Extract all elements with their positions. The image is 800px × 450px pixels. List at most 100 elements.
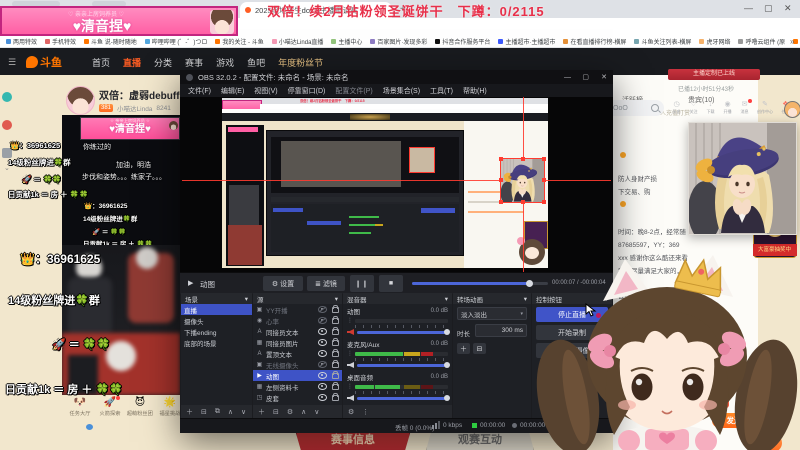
drag-handle-icon[interactable]: ⋮	[347, 317, 353, 324]
bookmark-item[interactable]: 斗鱼关注列表-横屏	[634, 37, 691, 46]
creator-center-button[interactable]: ✎ 创作中心	[753, 101, 777, 115]
lock-icon[interactable]	[332, 337, 339, 346]
menu-edit[interactable]: 编辑(E)	[221, 86, 244, 96]
more-icon[interactable]: ⋮	[362, 408, 369, 416]
lock-icon[interactable]	[332, 304, 339, 313]
obs-close-icon[interactable]: ✕	[601, 73, 607, 81]
bookmark-item[interactable]: 虎牙网络	[699, 37, 730, 46]
transition-select[interactable]: 淡入淡出 ▾	[457, 307, 527, 320]
source-item[interactable]: ▦ 左侧资料卡	[253, 381, 342, 392]
visibility-icon[interactable]	[318, 361, 327, 368]
nav-item-category[interactable]: 分类	[154, 56, 172, 69]
lock-icon[interactable]	[332, 348, 339, 357]
danmu-link[interactable]: 乐迎弹幕	[644, 331, 670, 338]
properties-button[interactable]: ⚙ 设置	[263, 276, 303, 291]
bookmark-item[interactable]: 抖音合作服务平台	[435, 37, 490, 46]
drag-handle-icon[interactable]: ⋮	[347, 383, 353, 390]
volume-slider[interactable]	[357, 328, 450, 335]
activity-rocket[interactable]: 🚀 火箭探索	[96, 396, 124, 417]
history-icon[interactable]: ◷	[770, 402, 780, 415]
chat-input[interactable]	[632, 397, 702, 412]
bookmark-item[interactable]: 手机特效	[45, 37, 76, 46]
emoji-button[interactable]: ☺	[620, 399, 628, 408]
selection-handle[interactable]	[499, 178, 503, 182]
duplicate-icon[interactable]: ⧉	[215, 408, 220, 416]
selection-handle[interactable]	[521, 200, 525, 204]
lock-icon[interactable]	[332, 359, 339, 368]
remove-icon[interactable]: ⊟	[273, 408, 279, 416]
source-item[interactable]: ◉ 心率	[253, 315, 342, 326]
volume-slider[interactable]	[357, 361, 450, 368]
bookmark-item[interactable]: 主播中心	[331, 37, 362, 46]
start-recording-button[interactable]: 开始录制	[536, 325, 608, 340]
selection-handle[interactable]	[499, 157, 503, 161]
pause-button[interactable]: ❙❙	[350, 275, 374, 292]
source-item[interactable]: ◳ 皮套	[253, 392, 342, 403]
bookmarks-overflow-chevron[interactable]: »	[790, 37, 794, 46]
bookmark-item[interactable]: 呼噜云组件 (原	[738, 37, 785, 46]
dock-pin-icon[interactable]: ▾	[524, 295, 527, 303]
visibility-icon[interactable]	[318, 394, 327, 401]
duration-field[interactable]: 300 ms	[475, 324, 527, 337]
window-maximize-icon[interactable]: ▢	[764, 3, 773, 14]
custom-banner[interactable]: 主播定制已上线	[668, 69, 760, 80]
selection-handle[interactable]	[499, 200, 503, 204]
move-up-icon[interactable]: ∧	[301, 408, 306, 416]
selection-handle[interactable]	[542, 157, 546, 161]
send-button[interactable]: 发送	[712, 413, 756, 428]
visibility-icon[interactable]	[318, 328, 327, 335]
bookmark-item[interactable]: 斗鱼 说-随时随地	[84, 37, 137, 46]
gear-icon[interactable]: ⚙	[770, 418, 780, 431]
download-button[interactable]: ↓ 下载	[702, 101, 719, 115]
source-item[interactable]: ▦ 同接员图片	[253, 337, 342, 348]
nav-item-home[interactable]: 首页	[92, 56, 110, 69]
menu-help[interactable]: 帮助(H)	[463, 86, 487, 96]
scene-item[interactable]: 摄像头	[181, 315, 252, 326]
bookmark-item[interactable]: 主播超市·主播超市	[498, 37, 555, 46]
nav-item-fanfest[interactable]: 年度粉丝节	[278, 56, 323, 69]
user-avatar[interactable]	[784, 101, 800, 118]
dock-pin-icon[interactable]: ▾	[605, 295, 608, 303]
menu-view[interactable]: 视图(V)	[254, 86, 277, 96]
visibility-icon[interactable]	[318, 350, 327, 357]
remove-icon[interactable]: ⊟	[201, 408, 207, 416]
bookmark-item[interactable]: 哔哩哔哩 (゜-゜)つロ	[144, 37, 207, 46]
stop-button[interactable]: ■	[379, 275, 403, 292]
visibility-icon[interactable]	[318, 372, 327, 379]
nav-item-esports[interactable]: 赛事	[185, 56, 203, 69]
dock-pin-icon[interactable]: ▾	[445, 295, 448, 303]
hamburger-icon[interactable]: ☰	[8, 57, 16, 68]
add-icon[interactable]: ＋	[186, 407, 193, 417]
source-item[interactable]: ▣ YY开播	[253, 304, 342, 315]
bookmark-item[interactable]: 两用特效	[6, 37, 37, 46]
selection-handle[interactable]	[542, 178, 546, 182]
fish-ball-icon[interactable]	[718, 397, 729, 408]
visibility-icon[interactable]	[318, 383, 327, 390]
selection-handle[interactable]	[542, 200, 546, 204]
volume-slider[interactable]	[357, 394, 450, 401]
webcam-window[interactable]	[687, 122, 797, 242]
menu-scene-collection[interactable]: 场景集合(S)	[383, 86, 420, 96]
visibility-icon[interactable]	[318, 339, 327, 346]
menu-docks[interactable]: 停靠窗口(D)	[288, 86, 326, 96]
lock-icon[interactable]	[332, 392, 339, 401]
sidebar-shortcut-icon[interactable]	[2, 92, 12, 102]
menu-file[interactable]: 文件(F)	[188, 86, 211, 96]
speaker-icon[interactable]	[347, 362, 354, 368]
douyu-logo[interactable]: 斗鱼	[26, 54, 62, 70]
checkbox[interactable]	[706, 400, 715, 409]
streamer-name[interactable]: 小喵达Linda	[117, 103, 152, 113]
obs-titlebar[interactable]: OBS 32.0.2 - 配置文件: 未命名 - 场景: 未命名 — ▢ ✕	[180, 70, 613, 84]
audio-settings-icon[interactable]: ⚙	[348, 408, 354, 416]
speaker-icon[interactable]	[347, 395, 354, 401]
move-up-icon[interactable]: ∧	[228, 408, 233, 416]
paw-icon[interactable]	[86, 424, 93, 430]
lock-icon[interactable]	[332, 315, 339, 324]
lock-icon[interactable]	[332, 370, 339, 379]
dock-pin-icon[interactable]: ▾	[245, 295, 248, 303]
mute-icon[interactable]	[347, 329, 354, 335]
customer-service-icon[interactable]: ∩	[764, 434, 782, 450]
room-avatar[interactable]	[66, 86, 95, 115]
menu-tools[interactable]: 工具(T)	[430, 86, 453, 96]
source-item[interactable]: A 同接员文本	[253, 326, 342, 337]
